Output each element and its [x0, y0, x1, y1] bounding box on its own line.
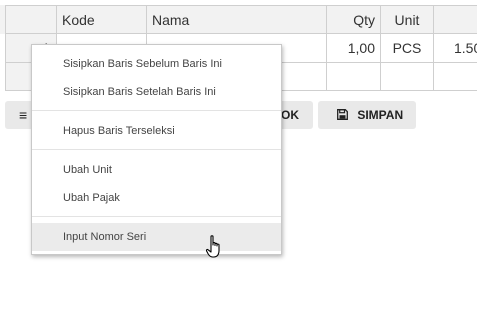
- cell-qty[interactable]: 1,00: [327, 34, 381, 63]
- col-header-kode[interactable]: Kode: [57, 5, 147, 34]
- cell-unit[interactable]: [381, 63, 434, 91]
- menu-separator: [32, 149, 281, 150]
- col-header-price[interactable]: [434, 5, 477, 34]
- cell-qty[interactable]: [327, 63, 381, 91]
- context-menu: Sisipkan Baris Sebelum Baris Ini Sisipka…: [31, 44, 282, 255]
- cell-price[interactable]: [434, 63, 477, 91]
- cell-price[interactable]: 1.50: [434, 34, 477, 63]
- menu-separator: [32, 216, 281, 217]
- menu-separator: [32, 110, 281, 111]
- menu-item-insert-before[interactable]: Sisipkan Baris Sebelum Baris Ini: [32, 50, 281, 78]
- col-header-qty[interactable]: Qty: [327, 5, 381, 34]
- floppy-disk-icon: [337, 109, 348, 120]
- save-label: SIMPAN: [357, 108, 404, 122]
- table-header-row: Kode Nama Qty Unit: [0, 5, 477, 34]
- menu-item-input-serial-number[interactable]: Input Nomor Seri: [32, 223, 281, 251]
- menu-item-change-unit[interactable]: Ubah Unit: [32, 156, 281, 184]
- menu-item-change-tax[interactable]: Ubah Pajak: [32, 184, 281, 212]
- col-header-nama[interactable]: Nama: [147, 5, 327, 34]
- col-header-unit[interactable]: Unit: [381, 5, 434, 34]
- menu-item-insert-after[interactable]: Sisipkan Baris Setelah Baris Ini: [32, 78, 281, 106]
- save-button[interactable]: SIMPAN: [318, 101, 416, 129]
- menu-item-delete-selected[interactable]: Hapus Baris Terseleksi: [32, 117, 281, 145]
- hamburger-icon: ≡: [19, 107, 28, 123]
- hand-cursor-icon: [206, 235, 220, 258]
- cell-unit[interactable]: PCS: [381, 34, 434, 63]
- col-header-number: [5, 5, 57, 34]
- ok-label: OK: [281, 108, 299, 122]
